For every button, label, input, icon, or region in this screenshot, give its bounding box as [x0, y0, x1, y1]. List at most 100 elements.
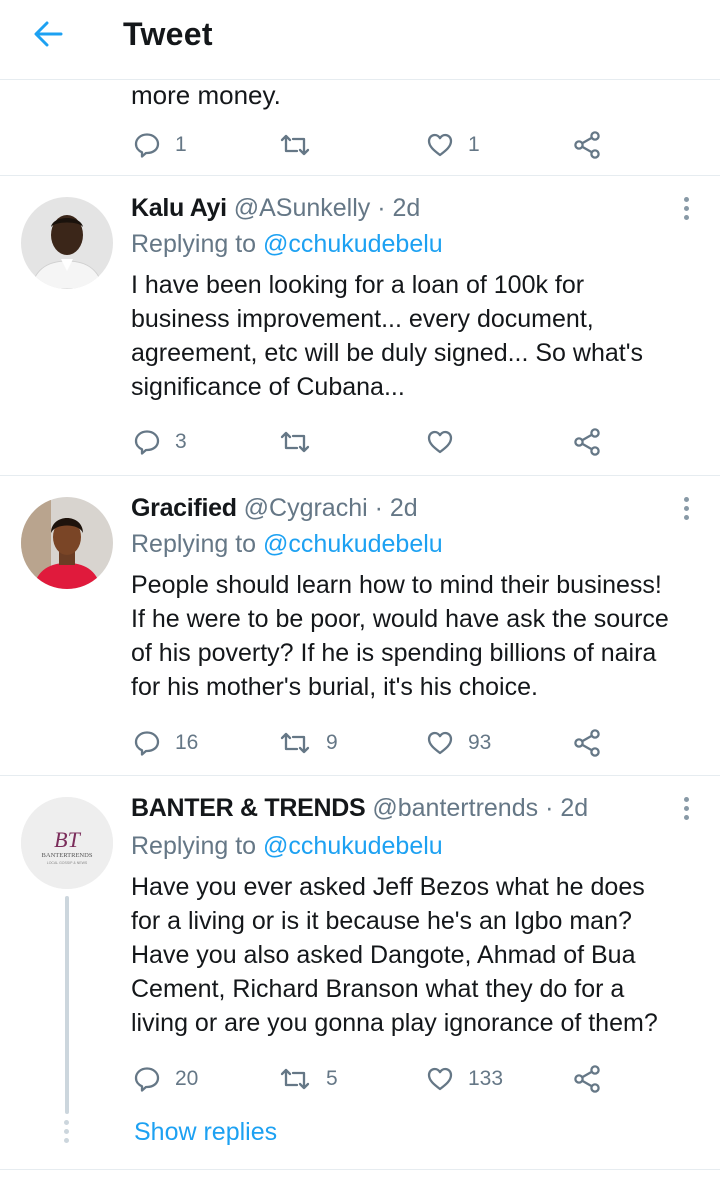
heart-icon: [427, 133, 453, 157]
reply-tweet[interactable]: BT BANTERTRENDS LOCAL GOSSIP & NEWS BANT…: [0, 776, 720, 1170]
share-icon: [574, 428, 600, 456]
reply-count: 3: [175, 430, 187, 453]
tweet-actions: 3: [0, 422, 720, 462]
partial-tweet[interactable]: more money. 1 1: [0, 80, 720, 176]
replying-to: Replying to @cchukudebelu: [131, 528, 443, 560]
author-handle: @bantertrends: [372, 794, 539, 822]
retweet-icon: [280, 134, 310, 156]
retweet-button[interactable]: 5: [278, 1059, 338, 1099]
more-vertical-icon: [683, 196, 689, 202]
tweet-time: · 2d: [545, 794, 589, 822]
replying-handle-link[interactable]: @cchukudebelu: [263, 230, 443, 258]
replying-to: Replying to @cchukudebelu: [131, 830, 443, 862]
tweet-time: · 2d: [377, 194, 421, 222]
replying-handle-link[interactable]: @cchukudebelu: [263, 832, 443, 860]
replying-label: Replying to: [131, 230, 257, 258]
like-button[interactable]: 93: [426, 723, 491, 763]
reply-bubble-icon: [134, 731, 160, 756]
tweet-text: more money.: [131, 80, 281, 110]
replying-handle-link[interactable]: @cchukudebelu: [263, 530, 443, 558]
tweet-text-line: Cement, Richard Branson what they do for…: [131, 975, 625, 1003]
arrow-left-icon: [34, 21, 63, 47]
reply-tweet[interactable]: Kalu Ayi @ASunkelly · 2d Replying to @cc…: [0, 176, 720, 476]
tweet-actions: 1 1: [0, 125, 720, 165]
tweet-time: · 2d: [374, 494, 418, 522]
tweet-author-line: Gracified @Cygrachi · 2d: [131, 492, 418, 524]
retweet-button[interactable]: 9: [278, 723, 338, 763]
replying-label: Replying to: [131, 832, 257, 860]
share-button[interactable]: [572, 723, 602, 763]
more-options-button[interactable]: [672, 792, 700, 824]
author-name[interactable]: Gracified: [131, 494, 237, 522]
tweet-text-line: living or are you gonna play ignorance o…: [131, 1009, 658, 1037]
show-replies-link[interactable]: Show replies: [134, 1116, 277, 1148]
heart-icon: [427, 731, 453, 755]
tweet-text-line: business improvement... every document,: [131, 305, 594, 333]
tweet-text-line: I have been looking for a loan of 100k f…: [131, 271, 585, 299]
page-title: Tweet: [123, 16, 213, 52]
avatar-photo: [21, 197, 113, 289]
tweet-actions: 16 9 93: [0, 723, 720, 763]
avatar-photo: [21, 497, 113, 589]
retweet-button[interactable]: [278, 422, 326, 462]
tweet-text: Have you ever asked Jeff Bezos what he d…: [131, 870, 711, 1040]
logo-wordmark: BANTERTRENDS: [42, 852, 93, 859]
retweet-count: 9: [326, 731, 338, 754]
share-button[interactable]: [572, 125, 602, 165]
reply-tweet[interactable]: Gracified @Cygrachi · 2d Replying to @cc…: [0, 476, 720, 776]
share-button[interactable]: [572, 422, 602, 462]
brand-logo: BT BANTERTRENDS LOCAL GOSSIP & NEWS: [21, 797, 113, 889]
author-handle: @ASunkelly: [233, 194, 371, 222]
tweet-author-line: BANTER & TRENDS @bantertrends · 2d: [131, 792, 588, 824]
reply-count: 1: [175, 133, 187, 156]
more-vertical-icon: [683, 796, 689, 802]
reply-count: 16: [175, 731, 199, 754]
share-icon: [574, 1065, 600, 1093]
tweet-text-line: Have you also asked Dangote, Ahmad of Bu…: [131, 941, 636, 969]
tweet-text-line: Have you ever asked Jeff Bezos what he d…: [131, 873, 645, 901]
like-button[interactable]: [426, 422, 468, 462]
reply-bubble-icon: [134, 1067, 160, 1092]
tweet-text: People should learn how to mind their bu…: [131, 568, 711, 704]
avatar[interactable]: BT BANTERTRENDS LOCAL GOSSIP & NEWS: [21, 797, 113, 889]
reply-bubble-icon: [134, 430, 160, 455]
top-bar: Tweet: [0, 0, 720, 80]
like-button[interactable]: 1: [426, 125, 480, 165]
like-count: 93: [468, 731, 492, 754]
tweet-text-line: of his poverty? If he is spending billio…: [131, 639, 657, 667]
reply-button[interactable]: 20: [133, 1059, 198, 1099]
logo-tagline: LOCAL GOSSIP & NEWS: [47, 861, 88, 865]
avatar[interactable]: [21, 497, 113, 589]
share-icon: [574, 729, 600, 757]
reply-button[interactable]: 1: [133, 125, 187, 165]
replying-label: Replying to: [131, 530, 257, 558]
retweet-icon: [280, 732, 310, 754]
logo-mark: BT: [54, 827, 81, 852]
more-options-button[interactable]: [672, 492, 700, 524]
author-name[interactable]: Kalu Ayi: [131, 194, 227, 222]
tweet-text-line: significance of Cubana...: [131, 373, 405, 401]
replying-to: Replying to @cchukudebelu: [131, 228, 443, 260]
like-count: 1: [468, 133, 480, 156]
like-count: 133: [468, 1067, 504, 1090]
back-button[interactable]: [28, 14, 68, 54]
retweet-icon: [280, 431, 310, 453]
more-vertical-icon: [683, 496, 689, 502]
tweet-actions: 20 5 133: [0, 1059, 720, 1099]
share-icon: [574, 131, 600, 159]
tweet-text: I have been looking for a loan of 100k f…: [131, 268, 711, 404]
retweet-button[interactable]: [278, 125, 326, 165]
tweet-text-line: agreement, etc will be duly signed... So…: [131, 339, 643, 367]
reply-button[interactable]: 16: [133, 723, 198, 763]
more-options-button[interactable]: [672, 192, 700, 224]
retweet-icon: [280, 1068, 310, 1090]
author-name[interactable]: BANTER & TRENDS: [131, 794, 366, 822]
like-button[interactable]: 133: [426, 1059, 503, 1099]
tweet-text-line: People should learn how to mind their bu…: [131, 571, 662, 599]
share-button[interactable]: [572, 1059, 602, 1099]
reply-count: 20: [175, 1067, 199, 1090]
author-handle: @Cygrachi: [243, 494, 368, 522]
reply-button[interactable]: 3: [133, 422, 187, 462]
avatar[interactable]: [21, 197, 113, 289]
retweet-count: 5: [326, 1067, 338, 1090]
